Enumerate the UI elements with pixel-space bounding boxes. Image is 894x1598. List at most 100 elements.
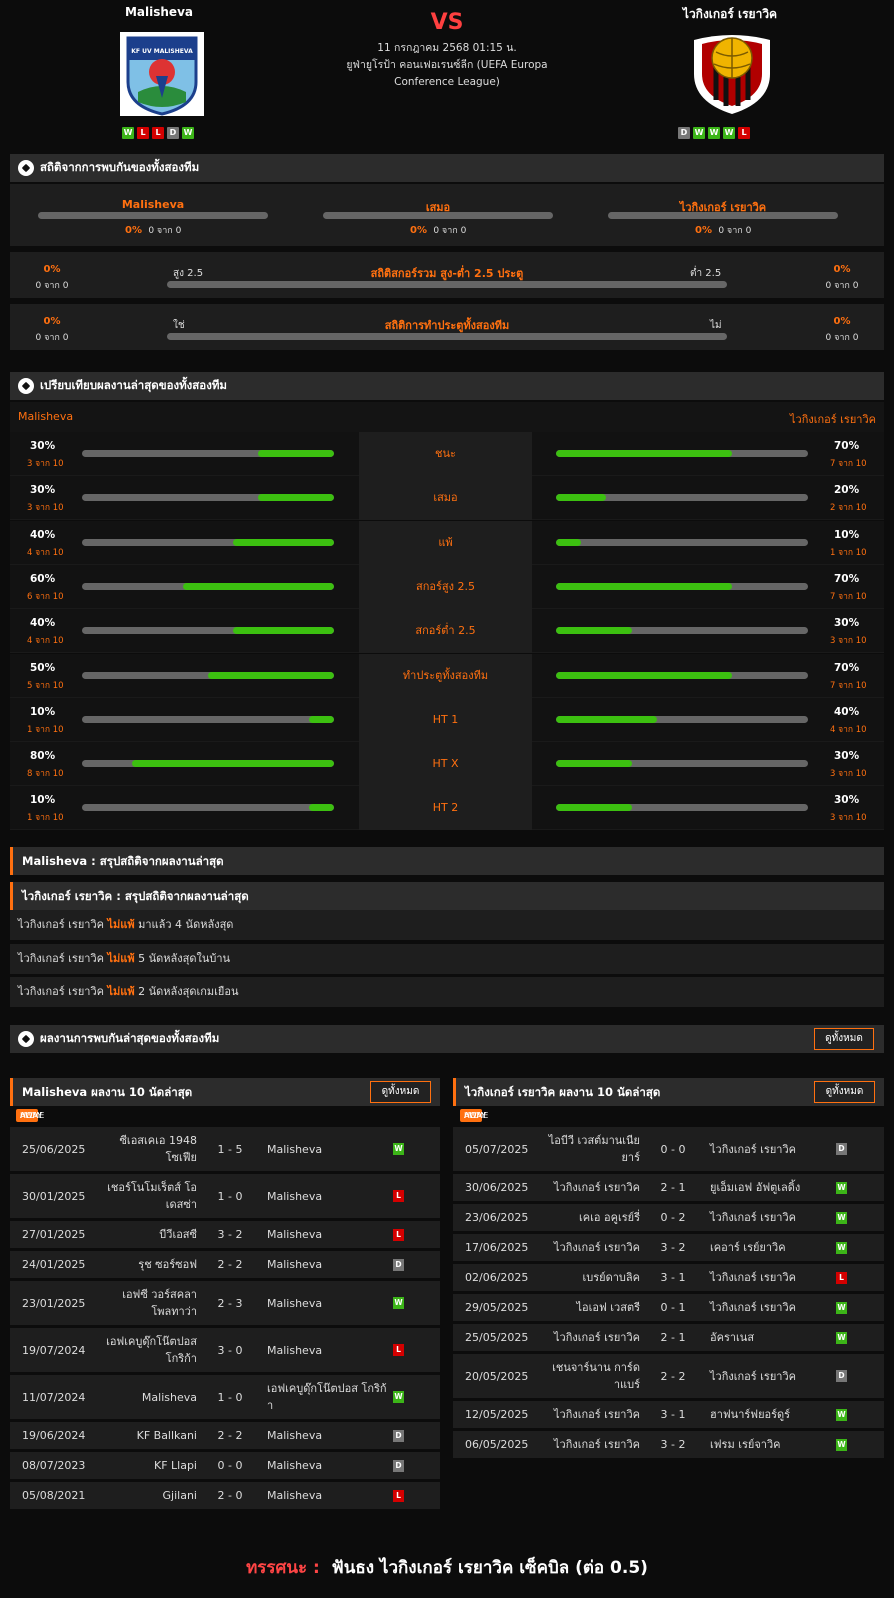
view-all-home-button[interactable]: ดูทั้งหมด [370,1081,431,1103]
match-date: 17/06/2025 [465,1241,529,1254]
match-row[interactable]: 25/06/2025 ซีเอสเคเอ 1948 โซเฟีย 1 - 5 Mali… [10,1127,440,1171]
prediction-text: ฟันธง ไวกิงเกอร์ เรยาวิค เซ็คบิล (ต่อ 0.… [331,1558,648,1578]
match-away: Malisheva [267,1343,323,1357]
h2h-away-sub: 0 จาก 0 [718,226,752,236]
match-result: W [836,1401,856,1428]
away-bar-fill [556,671,733,679]
home-bar-fill [258,494,334,502]
match-row[interactable]: 05/07/2025 ไอบีวี เวสต์มานเนียยาร์ 0 - 0 ไว… [453,1127,884,1171]
match-home: เอฟเคบูดุ๊กโน๊ตปอส โกริก้า [106,1335,197,1365]
tab-away[interactable]: AWAY [16,1109,46,1122]
result-badge: W [836,1211,847,1224]
match-home: เคเอ อคูเรย์รี่ [579,1211,640,1224]
football-icon [18,160,34,176]
match-row[interactable]: 23/06/2025 เคเอ อคูเรย์รี่ 0 - 2 ไวกิงเกอร์… [453,1204,884,1231]
match-info: 11 กรกฎาคม 2568 01:15 น. ยูฟ่ายูโรป้า คอ… [320,40,574,91]
match-home: ไวกิงเกอร์ เรยาวิค [554,1181,640,1194]
home-pct: 10% [30,794,56,807]
match-away: ไวกิงเกอร์ เรยาวิค [710,1142,796,1156]
home-bar-fill [258,450,334,457]
match-away: ไวกิงเกอร์ เรยาวิค [710,1301,796,1314]
home-bar-fill [308,804,334,812]
tab-away[interactable]: AWAY [460,1109,490,1122]
away-sub: 3 จาก 10 [830,769,867,780]
match-row[interactable]: 12/05/2025 ไวกิงเกอร์ เรยาวิค 3 - 1 ฮาฟนาร์… [453,1401,884,1428]
match-away: ยูเอ็มเอฟ อัฟตูเลดิ้ง [710,1181,801,1194]
match-row[interactable]: 06/05/2025 ไวกิงเกอร์ เรยาวิค 3 - 2 เฟรม เร… [453,1431,884,1458]
away-team-logo [690,30,774,116]
ou-left-sub: 0 จาก 0 [35,281,69,291]
compare-label: HT X [359,742,532,787]
match-score: 3 - 2 [660,1438,686,1451]
away-pct: 70% [834,661,860,674]
away-pct: 70% [834,440,860,452]
match-row[interactable]: 27/01/2025 บีวีเอสซี 3 - 2 Malisheva L [10,1221,440,1248]
match-row[interactable]: 25/05/2025 ไวกิงเกอร์ เรยาวิค 2 - 1 อัคราเน… [453,1324,884,1351]
match-row[interactable]: 20/05/2025 เชนจาร์นาน การ์ดาแบร์ 2 - 2 ไวกิ… [453,1354,884,1398]
match-row[interactable]: 24/01/2025 รุช ซอร์ซอฟ 2 - 2 Malisheva D [10,1251,440,1278]
away-bar [556,450,808,457]
home-bar [82,538,334,546]
home-bar [82,450,334,457]
match-row[interactable]: 23/01/2025 เอฟซี วอร์สคลา โพลทาว่า 2 - 3 Ma… [10,1281,440,1325]
match-result: D [836,1127,856,1171]
match-result: D [393,1251,413,1278]
match-row[interactable]: 05/08/2021 Gjilani 2 - 0 Malisheva L [10,1482,440,1509]
match-result: L [393,1174,413,1218]
result-badge: W [836,1301,847,1314]
h2h-home-sub: 0 จาก 0 [148,226,182,236]
match-row[interactable]: 19/06/2024 KF Ballkani 2 - 2 Malisheva D [10,1422,440,1449]
result-badge: D [836,1143,847,1155]
view-all-h2h-button[interactable]: ดูทั้งหมด [814,1028,874,1050]
match-row[interactable]: 17/06/2025 ไวกิงเกอร์ เรยาวิค 3 - 2 เคอาร์ … [453,1234,884,1261]
view-all-away-button[interactable]: ดูทั้งหมด [814,1081,875,1103]
match-home: KF Llapi [153,1459,197,1472]
match-row[interactable]: 19/07/2024 เอฟเคบูดุ๊กโน๊ตปอส โกริก้า 3 - … [10,1328,440,1372]
match-home: ไอเอฟ เวสตรี [576,1301,641,1314]
compare-row: 10% 1 จาก 10 HT 1 40% 4 จาก 10 [10,697,884,742]
match-score: 2 - 3 [217,1296,243,1310]
match-score: 3 - 0 [217,1343,243,1357]
summary-keyword: ไม่แพ้ [107,918,135,931]
match-row[interactable]: 08/07/2023 KF Llapi 0 - 0 Malisheva D [10,1452,440,1479]
home-pct: 10% [30,705,56,718]
match-row[interactable]: 29/05/2025 ไอเอฟ เวสตรี 0 - 1 ไวกิงเกอร์ เร… [453,1294,884,1321]
match-score: 0 - 1 [660,1301,686,1314]
match-result: D [836,1354,856,1398]
compare-title: เปรียบเทียบผลงานล่าสุดของทั้งสองทีม [40,378,227,392]
home-sub: 1 จาก 10 [27,724,64,735]
ou-left-label: สูง 2.5 [173,268,204,279]
home-bar-fill [308,715,334,723]
btts-right-label: ไม่ [710,320,722,331]
away-bar-fill [556,715,657,723]
away-bar-fill [556,582,733,590]
compare-label: HT 2 [359,786,532,831]
home-pct: 60% [30,572,56,585]
compare-label: สกอร์สูง 2.5 [359,564,532,609]
match-result: W [836,1294,856,1321]
match-row[interactable]: 30/06/2025 ไวกิงเกอร์ เรยาวิค 2 - 1 ยูเอ็มเ… [453,1174,884,1201]
result-badge: D [393,1258,404,1271]
match-row[interactable]: 02/06/2025 เบรย์ดาบลิค 3 - 1 ไวกิงเกอร์ เรย… [453,1264,884,1291]
home-bar-fill [233,627,334,635]
match-row[interactable]: 30/01/2025 เชอร์โนโมเร็ตส์ โอเดสซ่า 1 - 0 M… [10,1174,440,1218]
h2h-section-title: สถิติจากการพบกันของทั้งสองทีม [10,154,884,182]
match-away: ไวกิงเกอร์ เรยาวิค [710,1369,796,1383]
h2h-home-label: Malisheva [121,198,185,211]
form-badge: L [137,127,149,139]
summary-rest: 5 นัดหลังสุดในบ้าน [138,951,231,965]
match-score: 3 - 2 [217,1228,243,1241]
home-bar-fill [132,760,334,768]
ou-right-pct: 0% [833,264,851,275]
home-sub: 4 จาก 10 [27,547,64,558]
match-result: L [393,1482,413,1509]
recent-title: ผลงานการพบกันล่าสุดของทั้งสองทีม [40,1031,220,1045]
compare-label: ชนะ [359,432,532,476]
result-badge: L [836,1271,847,1284]
match-result: W [836,1204,856,1231]
h2h-away-bar [608,212,838,219]
match-home: Gjilani [162,1489,197,1502]
away-sub: 3 จาก 10 [830,636,867,647]
away-pct: 10% [834,528,860,541]
match-row[interactable]: 11/07/2024 Malisheva 1 - 0 เอฟเคบูดุ๊กโน๊ตป… [10,1375,440,1419]
